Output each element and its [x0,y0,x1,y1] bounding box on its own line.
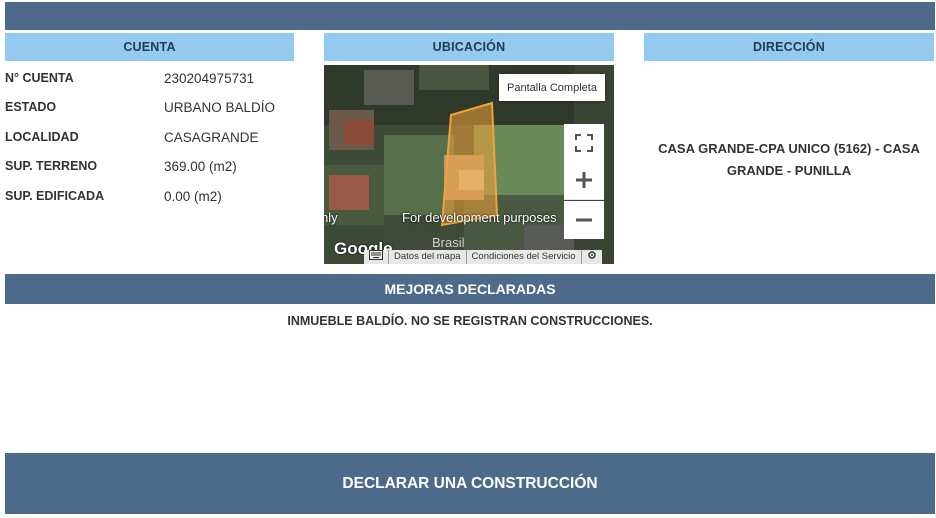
info-value: 0.00 (m2) [164,188,222,204]
parcel-outline [440,101,499,227]
zoom-out-button[interactable] [564,201,604,239]
zoom-out-icon [576,218,592,222]
settings-icon [587,251,596,259]
location-map[interactable]: Pantalla Completa nly For development pu… [324,65,614,264]
top-bar [5,2,935,30]
info-value: 230204975731 [164,70,255,86]
keyboard-icon [369,250,383,260]
fullscreen-button[interactable]: Pantalla Completa [499,74,605,101]
zoom-in-button[interactable] [564,160,604,200]
cuenta-row-localidad: LOCALIDAD CASAGRANDE [5,127,305,147]
dev-watermark-left: nly [324,210,338,225]
keyboard-shortcuts-button[interactable] [364,250,388,264]
map-fullscreen-control[interactable] [564,124,604,162]
cuenta-row-estado: ESTADO URBANO BALDÍO [5,97,305,117]
direccion-text: CASA GRANDE-CPA UNICO (5162) - CASA GRAN… [658,141,920,178]
cuenta-row-sup-edificada: SUP. EDIFICADA 0.00 (m2) [5,186,305,206]
fullscreen-icon [575,134,593,152]
mejoras-text: INMUEBLE BALDÍO. NO SE REGISTRAN CONSTRU… [287,314,653,328]
zoom-in-icon [576,171,592,188]
map-settings-button[interactable] [580,250,602,264]
map-data-link[interactable]: Datos del mapa [388,250,466,264]
terms-link[interactable]: Condiciones del Servicio [465,250,581,264]
info-label: LOCALIDAD [5,130,79,144]
info-value: CASAGRANDE [164,129,259,145]
info-value: 369.00 (m2) [164,158,237,174]
declarar-construccion-button[interactable]: DECLARAR UNA CONSTRUCCIÓN [5,453,935,514]
map-attribution: Datos del mapa Condiciones del Servicio [364,250,602,264]
info-label: ESTADO [5,100,57,114]
info-label: SUP. TERRENO [5,159,98,173]
info-label: N° CUENTA [5,71,74,85]
direccion-header: DIRECCIÓN [644,33,934,61]
map-place-label: Brasil [432,235,465,250]
mejoras-header: MEJORAS DECLARADAS [5,274,935,304]
ubicacion-header: UBICACIÓN [324,33,614,61]
dev-watermark: For development purposes [402,210,557,225]
cuenta-row-sup-terreno: SUP. TERRENO 369.00 (m2) [5,156,305,176]
cuenta-row-numero: N° CUENTA 230204975731 [5,68,305,88]
cuenta-header: CUENTA [5,33,294,61]
info-value: URBANO BALDÍO [164,99,276,115]
info-label: SUP. EDIFICADA [5,189,105,203]
